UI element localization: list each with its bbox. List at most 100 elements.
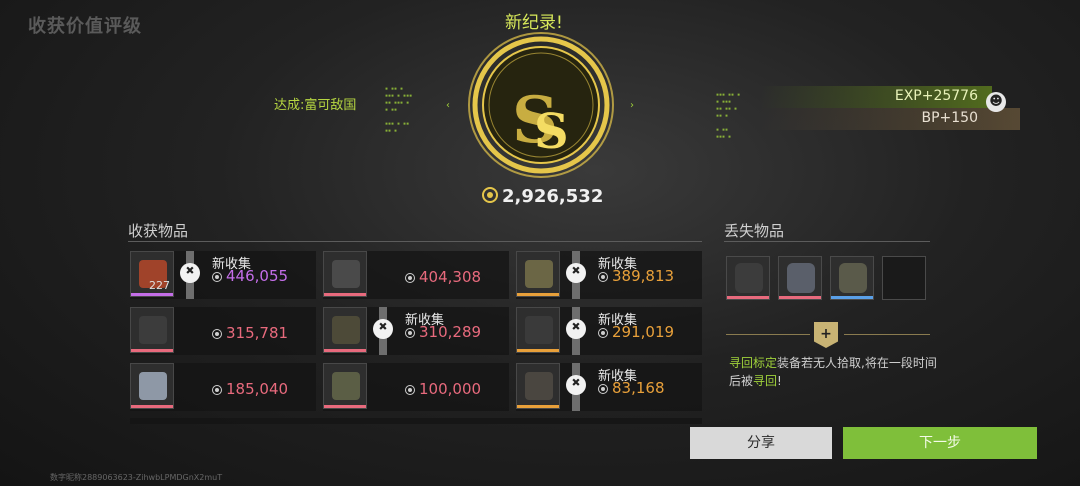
exp-reward: EXP+25776 [760,86,992,108]
coin-icon [212,272,222,282]
collected-divider [128,241,702,242]
retrieve-info: 寻回标定装备若无人拾取,将在一段时间后被寻回! [729,354,939,390]
collected-item-cell[interactable]: 新收集389,813 [516,251,702,299]
bp-reward: BP+150 [760,108,1020,130]
retrieve-highlight-2: 寻回 [753,374,778,388]
item-value: 310,289 [405,323,481,341]
lost-item-image [787,263,815,293]
item-value-text: 100,000 [419,380,482,398]
rarity-stripe [324,349,366,352]
coin-icon [482,187,498,203]
coin-icon [405,328,415,338]
rarity-stripe [517,349,559,352]
collected-item-cell[interactable]: 227新收集446,055 [130,251,316,299]
rarity-stripe [324,293,366,296]
new-collection-icon [566,375,586,395]
collected-section-title: 收获物品 [128,222,189,240]
rank-letter-front: S [534,104,569,160]
item-value-text: 446,055 [226,267,289,285]
achievement-name: 富可敌国 [304,98,357,113]
lost-section-title: 丢失物品 [724,222,785,240]
lost-armor-slot[interactable] [778,256,822,300]
retrieve-divider-left [726,334,810,335]
item-thumbnail[interactable] [130,307,174,353]
coin-icon [212,329,222,339]
hud-decoration-left: ▪ ▪▪ ▪ ▪▪▪ ▪ ▪▪▪ ▪▪ ▪▪▪ ▪ ▪ ▪▪ ▪▪▪ ▪ ▪▪ ▪▪ ▪ [385,86,413,134]
collected-item-cell[interactable]: 新收集83,168 [516,363,702,411]
item-value: 291,019 [598,323,674,341]
item-value-text: 389,813 [612,267,675,285]
total-value-text: 2,926,532 [502,186,604,207]
item-thumbnail[interactable] [323,251,367,297]
rarity-stripe [131,293,173,296]
item-value: 185,040 [212,380,288,398]
retrieve-badge-icon: + [814,322,838,348]
coin-icon [598,384,608,394]
item-thumbnail[interactable]: 227 [130,251,174,297]
item-value: 315,781 [212,324,288,342]
rarity-stripe [779,296,821,299]
item-image [139,316,167,344]
item-value-text: 315,781 [226,324,289,342]
item-thumbnail[interactable] [516,307,560,353]
item-image [525,372,553,400]
rank-badge-icon: S S [468,32,614,178]
collected-item-cell[interactable]: 新收集310,289 [323,307,509,355]
lost-item-image [839,263,867,293]
collected-item-cell[interactable]: 新收集291,019 [516,307,702,355]
lost-backpack-slot[interactable] [830,256,874,300]
bp-text: BP+150 [921,110,979,126]
item-image [525,260,553,288]
rarity-stripe [517,293,559,296]
lost-helmet-slot[interactable] [726,256,770,300]
item-value: 404,308 [405,268,481,286]
collected-item-cell[interactable]: 185,040 [130,363,316,411]
retrieve-divider-right [844,334,930,335]
collected-item-cell[interactable]: 404,308 [323,251,509,299]
rarity-stripe [131,405,173,408]
profile-icon[interactable]: ☻ [986,92,1006,112]
collected-item-cell[interactable]: 315,781 [130,307,316,355]
share-button[interactable]: 分享 [690,427,832,459]
coin-icon [405,273,415,283]
total-value: 2,926,532 [482,186,603,207]
rarity-stripe [131,349,173,352]
item-thumbnail[interactable] [516,363,560,409]
item-image [332,260,360,288]
item-value-text: 310,289 [419,323,482,341]
lost-divider [724,241,930,242]
next-step-button[interactable]: 下一步 [843,427,1037,459]
item-thumbnail[interactable] [516,251,560,297]
item-value-text: 185,040 [226,380,289,398]
collected-item-cell[interactable]: 100,000 [323,363,509,411]
item-value: 100,000 [405,380,481,398]
coin-icon [212,385,222,395]
item-thumbnail[interactable] [323,307,367,353]
item-thumbnail[interactable] [130,363,174,409]
rarity-stripe [831,296,873,299]
hud-decoration-right: ▪▪▪ ▪▪ ▪ ▪ ▪▪▪ ▪▪ ▪▪ ▪ ▪▪ ▪ ▪ ▪▪ ▪▪▪ ▪ [716,92,741,140]
item-value-text: 83,168 [612,379,665,397]
achievement-label: 达成: [274,98,305,113]
rarity-stripe [517,405,559,408]
item-value: 389,813 [598,267,674,285]
collected-row-partial [130,418,702,424]
item-value-text: 404,308 [419,268,482,286]
item-thumbnail[interactable] [323,363,367,409]
item-image [525,316,553,344]
item-image [332,372,360,400]
retrieve-highlight-1: 寻回标定 [729,356,778,370]
new-collection-icon [180,263,200,283]
rarity-stripe [727,296,769,299]
player-id-footer: 数字昵称2889063623-ZihwbLPMDGnX2muT [50,473,223,482]
retrieve-text-2: ! [777,374,782,388]
chevron-right-icon: › [630,100,634,111]
coin-icon [598,328,608,338]
coin-icon [598,272,608,282]
chevron-left-icon: ‹ [446,100,450,111]
lost-empty-slot[interactable] [882,256,926,300]
new-collection-icon [373,319,393,339]
exp-text: EXP+25776 [894,88,978,104]
page-title: 收获价值评级 [28,16,142,37]
item-value: 446,055 [212,267,288,285]
